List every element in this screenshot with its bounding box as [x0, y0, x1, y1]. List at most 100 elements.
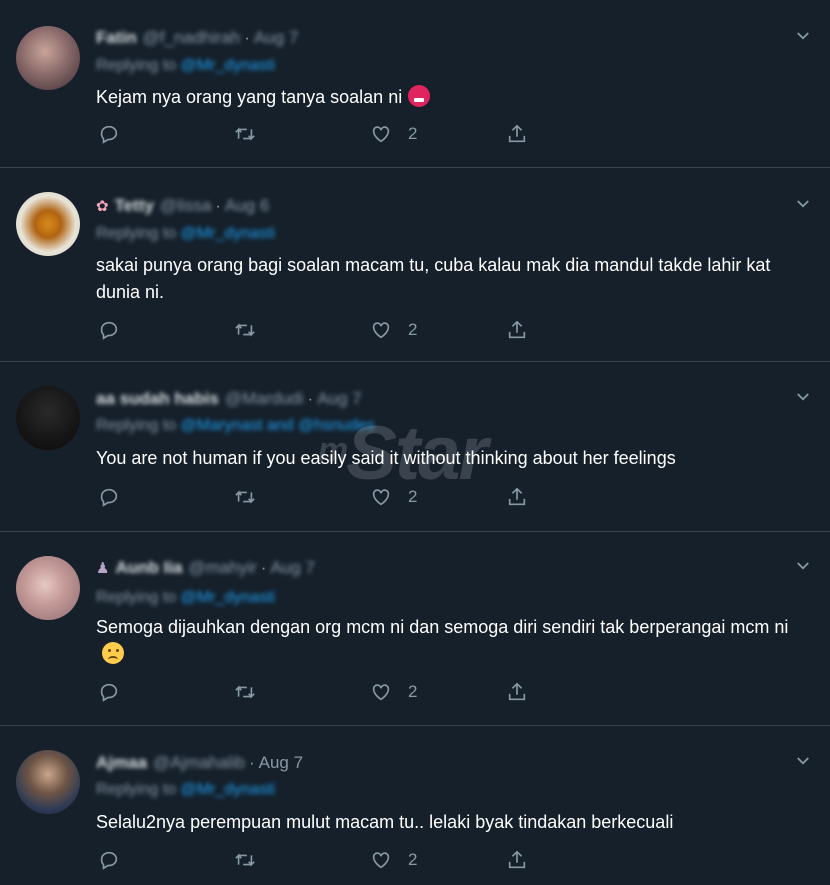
reply-mention[interactable]: @Mr_dynasti [181, 57, 276, 74]
reply-icon [100, 683, 118, 702]
like-button[interactable]: 2 [370, 484, 417, 510]
reply-mention[interactable]: @Mr_dynasti [181, 781, 276, 798]
author-name[interactable]: Fatin [96, 28, 137, 48]
tweet[interactable]: ♟ Aunb Iia @mahyir · Aug 7 Replying to @… [0, 532, 830, 726]
tweet[interactable]: Ajmaa @Ajmahalib · Aug 7 Replying to @Mr… [0, 726, 830, 885]
tweet-actions: 2 [98, 847, 538, 873]
reply-button[interactable] [98, 484, 120, 510]
tweet-actions: 2 [98, 484, 538, 510]
avatar[interactable] [16, 386, 80, 450]
share-button[interactable] [506, 484, 528, 510]
retweet-icon [235, 685, 255, 699]
retweet-icon [235, 853, 255, 867]
like-icon [372, 489, 390, 506]
share-button[interactable] [506, 847, 528, 873]
figure-icon: ♟ [96, 560, 110, 577]
tweet[interactable]: aa sudah habis @Mardudi · Aug 7 Replying… [0, 362, 830, 532]
separator-dot: · [260, 558, 267, 577]
avatar[interactable] [16, 556, 80, 620]
chevron-down-icon[interactable] [794, 195, 812, 213]
share-button[interactable] [506, 679, 528, 705]
reply-button[interactable] [98, 847, 120, 873]
retweet-button[interactable] [234, 317, 256, 343]
reply-prefix: Replying to [96, 225, 177, 242]
tweet-date[interactable]: Aug 7 [254, 28, 298, 48]
separator-dot: · [248, 753, 255, 772]
like-count: 2 [408, 682, 418, 701]
author-handle[interactable]: @f_nadhirah [143, 28, 241, 48]
author-handle[interactable]: @lissa [160, 196, 211, 216]
reply-mention[interactable]: @Mr_dynasti [181, 589, 276, 606]
chevron-down-icon[interactable] [794, 557, 812, 575]
reply-context: Replying to @Mr_dynasti [96, 57, 275, 77]
like-count: 2 [408, 124, 418, 143]
like-button[interactable]: 2 [370, 121, 417, 147]
author-name[interactable]: Aunb Iia [115, 558, 182, 578]
share-button[interactable] [506, 317, 528, 343]
reply-button[interactable] [98, 121, 120, 147]
reply-context: Replying to @Mr_dynasti [96, 589, 275, 609]
tweet-text-content: Kejam nya orang yang tanya soalan ni [96, 87, 403, 107]
share-icon [508, 850, 526, 869]
reply-mention[interactable]: @Mr_dynasti [181, 225, 276, 242]
share-icon [508, 124, 526, 143]
tweet-text: You are not human if you easily said it … [96, 448, 676, 468]
tweet-actions: 2 [98, 317, 538, 343]
avatar[interactable] [16, 192, 80, 256]
like-button[interactable]: 2 [370, 847, 417, 873]
reply-context: Replying to @Mr_dynasti [96, 781, 275, 801]
chevron-down-icon[interactable] [794, 752, 812, 770]
reply-prefix: Replying to [96, 57, 177, 74]
tweet[interactable]: ✿ Tetty @lissa · Aug 6 Replying to @Mr_d… [0, 168, 830, 362]
reply-mention[interactable]: @Marynast and @hsnudes [181, 417, 375, 434]
chevron-down-icon[interactable] [794, 27, 812, 45]
separator-dot: · [307, 389, 314, 408]
avatar[interactable] [16, 750, 80, 814]
author-handle[interactable]: @mahyir [189, 558, 257, 578]
tweet-date[interactable]: Aug 7 [270, 558, 314, 578]
avatar[interactable] [16, 26, 80, 90]
author-name[interactable]: Tetty [115, 196, 154, 216]
tweet-date[interactable]: Aug 7 [259, 753, 303, 773]
angry-face-emoji-icon [408, 85, 431, 107]
reply-prefix: Replying to [96, 417, 177, 434]
retweet-icon [235, 323, 255, 337]
reply-button[interactable] [98, 679, 120, 705]
reply-prefix: Replying to [96, 589, 177, 606]
flower-icon: ✿ [96, 198, 109, 215]
tweet-text-content: Semoga dijauhkan dengan org mcm ni dan s… [96, 617, 789, 637]
share-icon [508, 320, 526, 339]
retweet-button[interactable] [234, 121, 256, 147]
tweet-text: sakai punya orang bagi soalan macam tu, … [96, 255, 771, 302]
share-button[interactable] [506, 121, 528, 147]
retweet-button[interactable] [234, 679, 256, 705]
author-name[interactable]: Ajmaa [96, 753, 147, 773]
tweet-text: Semoga dijauhkan dengan org mcm ni dan s… [96, 614, 790, 668]
like-button[interactable]: 2 [370, 317, 417, 343]
reply-icon [100, 488, 118, 507]
separator-dot: · [244, 28, 250, 47]
like-icon [372, 322, 390, 339]
retweet-icon [235, 127, 255, 141]
chevron-down-icon[interactable] [794, 388, 812, 406]
like-button[interactable]: 2 [370, 679, 417, 705]
share-icon [508, 487, 526, 506]
reply-context: Replying to @Mr_dynasti [96, 225, 275, 245]
tweet[interactable]: Fatin @f_nadhirah · Aug 7 Replying to @M… [0, 0, 830, 168]
like-count: 2 [408, 850, 418, 869]
tweet-date[interactable]: Aug 7 [317, 389, 361, 409]
tweet-actions: 2 [98, 679, 538, 705]
reply-button[interactable] [98, 317, 120, 343]
retweet-button[interactable] [234, 847, 256, 873]
reply-context: Replying to @Marynast and @hsnudes [96, 417, 375, 437]
retweet-button[interactable] [234, 484, 256, 510]
author-name[interactable]: aa sudah habis [96, 389, 219, 409]
author-handle[interactable]: @Mardudi [225, 389, 304, 409]
share-icon [508, 682, 526, 701]
reply-icon [100, 851, 118, 870]
author-handle[interactable]: @Ajmahalib [153, 753, 245, 773]
like-count: 2 [408, 487, 418, 506]
tweet-text: Selalu2nya perempuan mulut macam tu.. le… [96, 812, 674, 832]
like-count: 2 [408, 320, 418, 339]
tweet-date[interactable]: Aug 6 [225, 196, 269, 216]
